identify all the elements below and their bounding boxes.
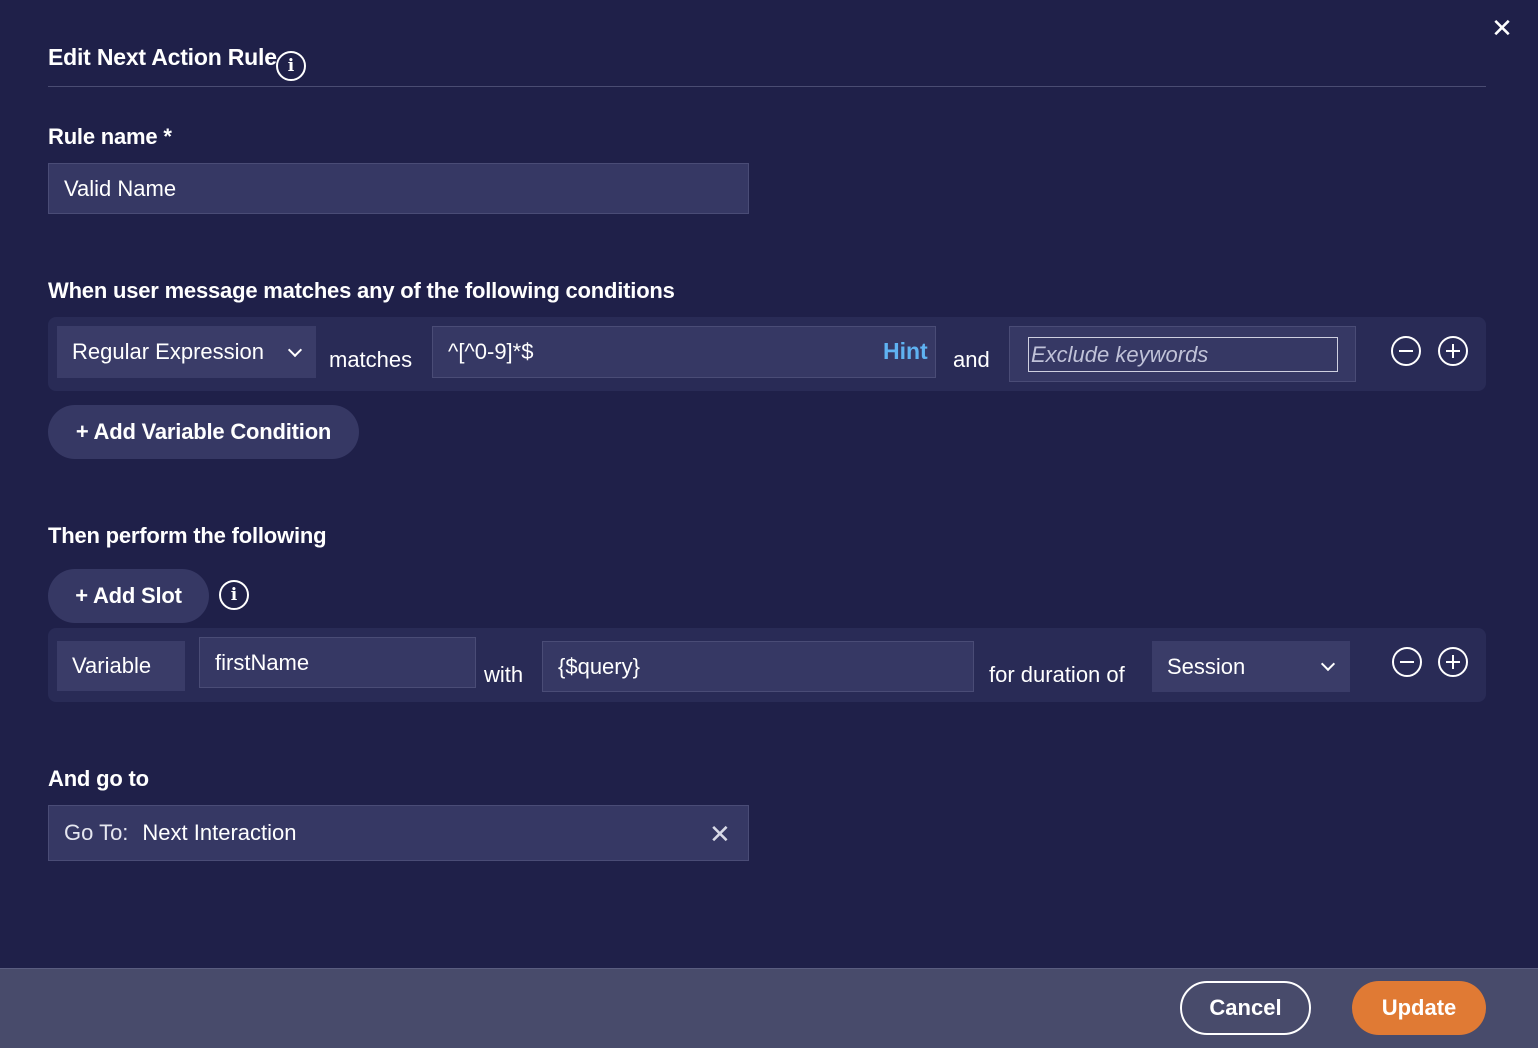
slot-name-value: firstName xyxy=(215,649,310,675)
info-circle-icon[interactable]: i xyxy=(276,51,306,81)
rule-name-value: Valid Name xyxy=(64,175,177,201)
close-icon[interactable]: ✕ xyxy=(1490,15,1514,41)
rule-name-input[interactable]: Valid Name xyxy=(48,163,749,214)
exclude-keywords-input[interactable] xyxy=(1028,337,1338,372)
go-to-label: And go to xyxy=(48,766,149,791)
update-button[interactable]: Update xyxy=(1352,981,1486,1035)
hint-link[interactable]: Hint xyxy=(883,338,928,365)
add-slot-row-button[interactable] xyxy=(1438,647,1468,677)
matches-text: matches xyxy=(329,347,413,372)
slot-name-input[interactable]: firstName xyxy=(199,637,476,688)
rule-name-label: Rule name * xyxy=(48,124,172,149)
duration-select[interactable]: Session xyxy=(1152,641,1350,692)
chevron-down-icon xyxy=(287,342,303,358)
go-to-value: Next Interaction xyxy=(142,820,297,845)
slot-type-select[interactable]: Variable xyxy=(57,641,185,691)
duration-text: for duration of xyxy=(989,662,1125,687)
go-to-prefix: Go To: xyxy=(64,820,129,845)
remove-slot-button[interactable] xyxy=(1392,647,1422,677)
go-to-select[interactable]: Go To: Next Interaction ✕ xyxy=(48,805,749,861)
pattern-input[interactable]: ^[^0-9]*$ xyxy=(432,326,936,378)
condition-type-select[interactable]: Regular Expression xyxy=(57,326,316,378)
slot-type-value: Variable xyxy=(72,653,152,678)
with-text: with xyxy=(484,662,524,687)
remove-condition-button[interactable] xyxy=(1391,336,1421,366)
dialog-title: Edit Next Action Rule xyxy=(48,44,277,70)
exclude-keywords-wrapper xyxy=(1009,326,1356,382)
slot-value: {$query} xyxy=(558,653,640,679)
chevron-down-icon xyxy=(1320,656,1336,672)
edit-rule-dialog: Edit Next Action Rule i ✕ Rule name * Va… xyxy=(0,0,1538,1048)
condition-type-value: Regular Expression xyxy=(72,339,264,364)
conditions-label: When user message matches any of the fol… xyxy=(48,278,675,303)
cancel-button[interactable]: Cancel xyxy=(1180,981,1311,1035)
slot-value-input[interactable]: {$query} xyxy=(542,641,974,692)
add-variable-condition-button[interactable]: + Add Variable Condition xyxy=(48,405,359,459)
duration-value: Session xyxy=(1167,653,1246,679)
pattern-value: ^[^0-9]*$ xyxy=(448,339,534,364)
add-condition-button[interactable] xyxy=(1438,336,1468,366)
actions-label: Then perform the following xyxy=(48,523,327,548)
add-slot-button[interactable]: + Add Slot xyxy=(48,569,209,623)
title-divider xyxy=(48,86,1486,87)
clear-icon[interactable]: ✕ xyxy=(709,819,731,850)
info-circle-icon[interactable]: i xyxy=(219,580,249,610)
and-text: and xyxy=(953,347,990,372)
